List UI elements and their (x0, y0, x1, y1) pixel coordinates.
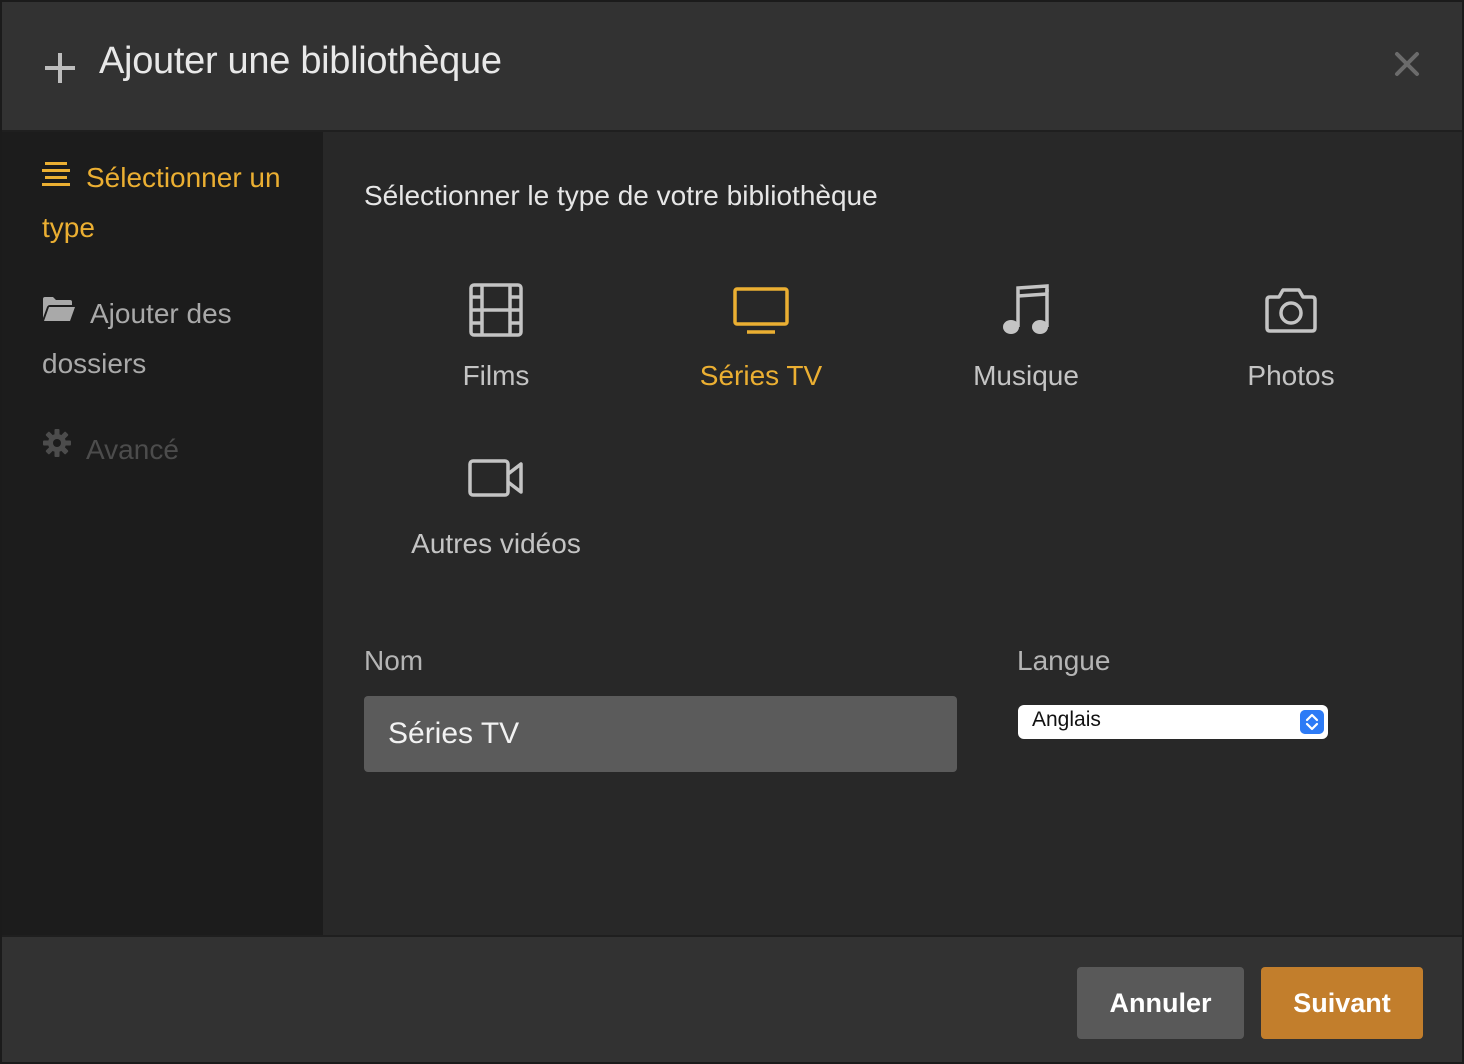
plus-icon (45, 53, 75, 83)
dialog-title: Ajouter une bibliothèque (99, 40, 502, 82)
sidebar-item-advanced: Avancé (42, 426, 302, 476)
sidebar-item-select-type[interactable]: Sélectionner un type (42, 154, 302, 252)
video-camera-icon (468, 459, 523, 497)
name-field-label: Nom (364, 645, 424, 676)
gear-icon (42, 425, 72, 473)
type-option-label: Films (462, 360, 530, 391)
type-option-films[interactable]: Films (366, 282, 626, 432)
dialog-footer: Annuler Suivant (2, 935, 1462, 1062)
film-icon (469, 283, 523, 337)
sidebar-item-label: Avancé (86, 434, 179, 465)
type-option-music[interactable]: Musique (896, 282, 1156, 432)
type-option-tv-shows[interactable]: Séries TV (631, 282, 891, 432)
add-library-dialog: Ajouter une bibliothèque Sélectionner un… (0, 0, 1464, 1064)
type-option-photos[interactable]: Photos (1161, 282, 1421, 432)
language-select[interactable]: Anglais (1018, 705, 1328, 739)
next-button[interactable]: Suivant (1261, 967, 1423, 1039)
tv-icon (733, 287, 789, 334)
language-field-label: Langue (1017, 645, 1111, 676)
section-heading: Sélectionner le type de votre bibliothèq… (364, 180, 878, 211)
close-icon[interactable] (1393, 50, 1421, 78)
library-name-input[interactable] (364, 696, 957, 772)
folder-icon (42, 289, 76, 337)
camera-icon (1265, 288, 1317, 333)
type-option-label: Photos (1247, 360, 1335, 391)
music-icon (1003, 284, 1049, 334)
dialog-header: Ajouter une bibliothèque (2, 2, 1462, 132)
sidebar-item-add-folders[interactable]: Ajouter des dossiers (42, 290, 302, 388)
type-option-label: Autres vidéos (411, 528, 581, 559)
list-icon (42, 153, 72, 201)
language-selected-value: Anglais (1032, 708, 1101, 731)
main-content: Sélectionner le type de votre bibliothèq… (323, 132, 1462, 935)
select-stepper-icon (1300, 710, 1324, 734)
type-option-label: Musique (973, 360, 1079, 391)
cancel-button[interactable]: Annuler (1077, 967, 1244, 1039)
type-option-label: Séries TV (699, 360, 823, 391)
sidebar-item-label: Sélectionner un type (42, 162, 281, 243)
type-option-other-videos[interactable]: Autres vidéos (366, 450, 626, 600)
wizard-sidebar: Sélectionner un type Ajouter des dossier… (2, 132, 323, 935)
